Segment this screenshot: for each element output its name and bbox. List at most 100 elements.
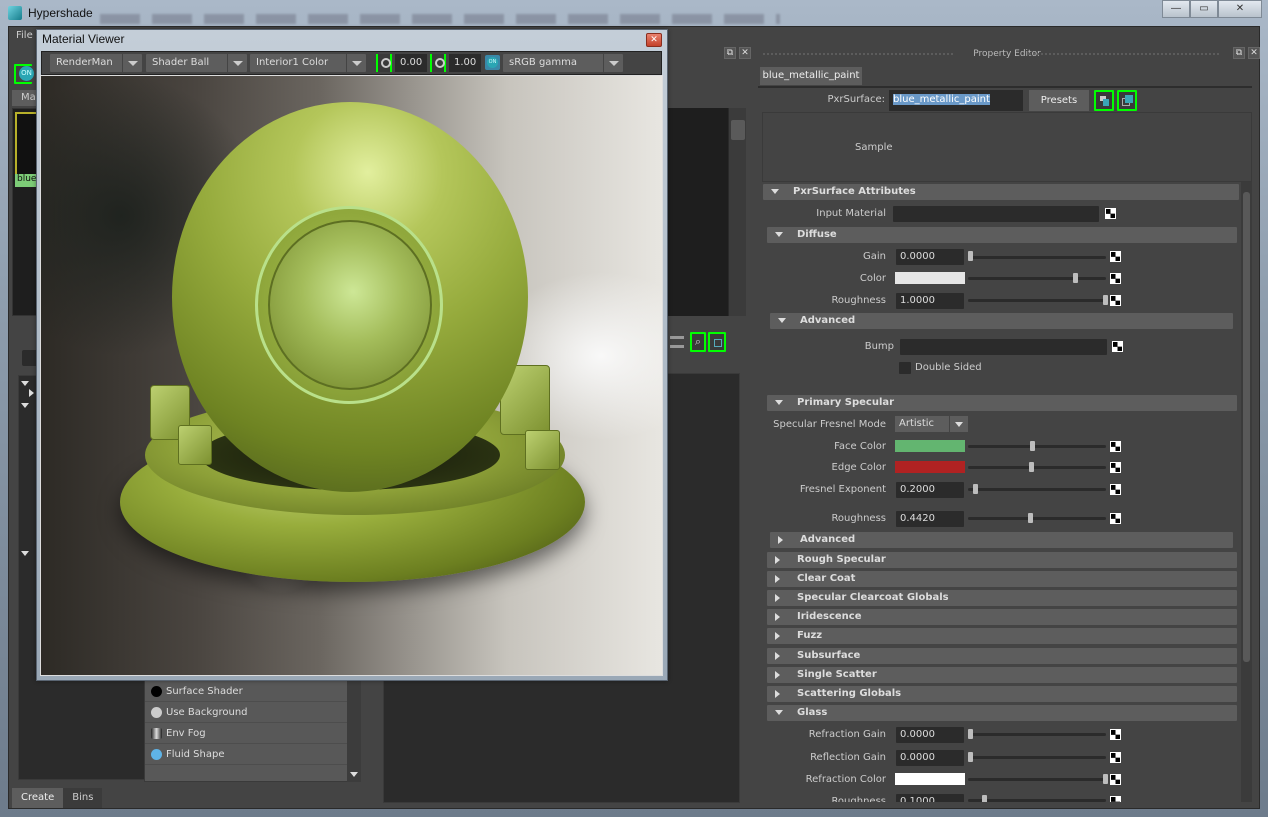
exposure-input[interactable]: 0.00 bbox=[395, 54, 427, 72]
refraction-color-swatch[interactable] bbox=[895, 773, 965, 785]
close-panel-button[interactable]: ✕ bbox=[1248, 47, 1260, 59]
node-item[interactable]: Surface Shader bbox=[145, 681, 348, 702]
section-collapsed[interactable]: Fuzz bbox=[767, 628, 1237, 645]
slider-handle[interactable] bbox=[968, 752, 973, 762]
exposure-icon[interactable] bbox=[376, 54, 392, 72]
map-button-icon[interactable] bbox=[1110, 251, 1121, 262]
section-collapsed[interactable]: Scattering Globals bbox=[767, 685, 1237, 702]
slider-handle[interactable] bbox=[1103, 295, 1108, 305]
on-toggle-button[interactable]: ON bbox=[19, 66, 34, 81]
search-icon[interactable]: ⌕ bbox=[690, 332, 706, 352]
gamma-icon[interactable] bbox=[430, 54, 446, 72]
tree-expand-1[interactable] bbox=[21, 378, 33, 386]
section-glass[interactable]: Glass bbox=[767, 705, 1237, 721]
reflection-gain-slider[interactable] bbox=[968, 756, 1106, 759]
section-collapsed[interactable]: Specular Clearcoat Globals bbox=[767, 590, 1237, 607]
close-window-button[interactable]: ✕ bbox=[1218, 0, 1262, 18]
double-sided-checkbox[interactable] bbox=[899, 362, 911, 374]
graph-layout-icon[interactable] bbox=[708, 332, 726, 352]
node-list-scrollbar[interactable] bbox=[347, 670, 361, 782]
material-viewer-close-button[interactable]: ✕ bbox=[646, 33, 662, 47]
section-collapsed[interactable]: Single Scatter bbox=[767, 666, 1237, 683]
fresnel-exponent-slider[interactable] bbox=[968, 488, 1106, 491]
node-item[interactable]: Use Background bbox=[145, 702, 348, 723]
section-diffuse[interactable]: Diffuse bbox=[767, 227, 1237, 243]
slider-handle[interactable] bbox=[1028, 462, 1034, 472]
minimize-button[interactable]: — bbox=[1162, 0, 1190, 18]
map-button-icon[interactable] bbox=[1105, 208, 1116, 219]
map-button-icon[interactable] bbox=[1110, 462, 1121, 473]
slider-handle[interactable] bbox=[1073, 273, 1079, 283]
edge-color-slider[interactable] bbox=[968, 466, 1106, 469]
refraction-gain-input[interactable]: 0.0000 bbox=[896, 727, 964, 743]
color-space-dropdown[interactable]: sRGB gamma bbox=[503, 54, 623, 72]
glass-roughness-slider[interactable] bbox=[968, 799, 1106, 802]
map-button-icon[interactable] bbox=[1110, 441, 1121, 452]
renderer-dropdown[interactable]: RenderMan bbox=[50, 54, 142, 72]
section-collapsed[interactable]: Rough Specular bbox=[767, 552, 1237, 568]
section-collapsed[interactable]: Subsurface bbox=[767, 647, 1237, 664]
slider-handle[interactable] bbox=[981, 795, 987, 802]
section-primary-specular[interactable]: Primary Specular bbox=[767, 395, 1237, 411]
glass-roughness-input[interactable]: 0.1000 bbox=[896, 794, 964, 802]
refraction-gain-slider[interactable] bbox=[968, 733, 1106, 736]
face-color-slider[interactable] bbox=[968, 445, 1106, 448]
section-pxrsurface-attributes[interactable]: PxrSurface Attributes bbox=[763, 184, 1239, 200]
float-panel-button[interactable]: ⧉ bbox=[1233, 47, 1245, 59]
face-color-swatch[interactable] bbox=[895, 440, 965, 452]
map-button-icon[interactable] bbox=[1110, 729, 1121, 740]
map-button-icon[interactable] bbox=[1110, 513, 1121, 524]
diffuse-roughness-input[interactable]: 1.0000 bbox=[896, 293, 964, 309]
slider-handle[interactable] bbox=[1027, 513, 1033, 523]
map-button-icon[interactable] bbox=[1110, 796, 1121, 802]
node-name-input[interactable]: blue_metallic_paint bbox=[889, 90, 1023, 111]
map-button-icon[interactable] bbox=[1110, 752, 1121, 763]
section-collapsed[interactable]: Clear Coat bbox=[767, 571, 1237, 588]
diffuse-color-slider[interactable] bbox=[968, 277, 1106, 280]
map-button-icon[interactable] bbox=[1110, 774, 1121, 785]
edge-color-swatch[interactable] bbox=[895, 461, 965, 473]
maximize-button[interactable]: ▭ bbox=[1190, 0, 1218, 18]
node-item[interactable]: Env Fog bbox=[145, 723, 348, 744]
bump-field[interactable] bbox=[900, 339, 1107, 355]
tab-bins[interactable]: Bins bbox=[63, 788, 103, 808]
focus-output-icon[interactable] bbox=[1117, 90, 1137, 111]
node-item[interactable]: Fluid Shape bbox=[145, 744, 348, 765]
refraction-color-slider[interactable] bbox=[968, 778, 1106, 781]
tab-create[interactable]: Create bbox=[12, 788, 64, 808]
browser-scrollbar[interactable] bbox=[728, 108, 746, 316]
map-button-icon[interactable] bbox=[1110, 273, 1121, 284]
close-panel-button[interactable]: ✕ bbox=[739, 47, 751, 59]
fresnel-exponent-input[interactable]: 0.2000 bbox=[896, 482, 964, 498]
slider-handle[interactable] bbox=[973, 484, 979, 494]
diffuse-gain-input[interactable]: 0.0000 bbox=[896, 249, 964, 265]
tree-expand-3[interactable] bbox=[21, 400, 33, 408]
fresnel-mode-dropdown[interactable]: Artistic bbox=[895, 416, 949, 432]
slider-handle[interactable] bbox=[1030, 441, 1036, 451]
slider-handle[interactable] bbox=[1103, 774, 1108, 784]
scroll-thumb[interactable] bbox=[1243, 192, 1250, 662]
diffuse-color-swatch[interactable] bbox=[895, 272, 965, 284]
map-button-icon[interactable] bbox=[1112, 341, 1123, 352]
spec-roughness-slider[interactable] bbox=[968, 517, 1106, 520]
section-collapsed[interactable]: Iridescence bbox=[767, 609, 1237, 626]
tab-material[interactable]: blue_metallic_paint bbox=[760, 67, 862, 85]
section-spec-advanced[interactable]: Advanced bbox=[770, 532, 1233, 548]
fresnel-mode-dropdown-arrow[interactable] bbox=[950, 416, 968, 432]
input-material-field[interactable] bbox=[893, 206, 1099, 222]
map-button-icon[interactable] bbox=[1110, 484, 1121, 495]
section-diffuse-advanced[interactable]: Advanced bbox=[770, 313, 1233, 329]
tree-expand-4[interactable] bbox=[21, 548, 33, 556]
focus-input-icon[interactable] bbox=[1094, 90, 1114, 111]
diffuse-roughness-slider[interactable] bbox=[968, 299, 1106, 302]
gamma-input[interactable]: 1.00 bbox=[449, 54, 481, 72]
slider-handle[interactable] bbox=[968, 729, 973, 739]
scroll-thumb[interactable] bbox=[731, 120, 745, 140]
map-button-icon[interactable] bbox=[1110, 295, 1121, 306]
float-panel-button[interactable]: ⧉ bbox=[724, 47, 736, 59]
property-editor-scrollbar[interactable] bbox=[1241, 182, 1252, 802]
presets-button[interactable]: Presets bbox=[1029, 90, 1089, 111]
spec-roughness-input[interactable]: 0.4420 bbox=[896, 511, 964, 527]
color-management-toggle[interactable]: ON bbox=[485, 55, 500, 70]
environment-dropdown[interactable]: Interior1 Color bbox=[250, 54, 366, 72]
